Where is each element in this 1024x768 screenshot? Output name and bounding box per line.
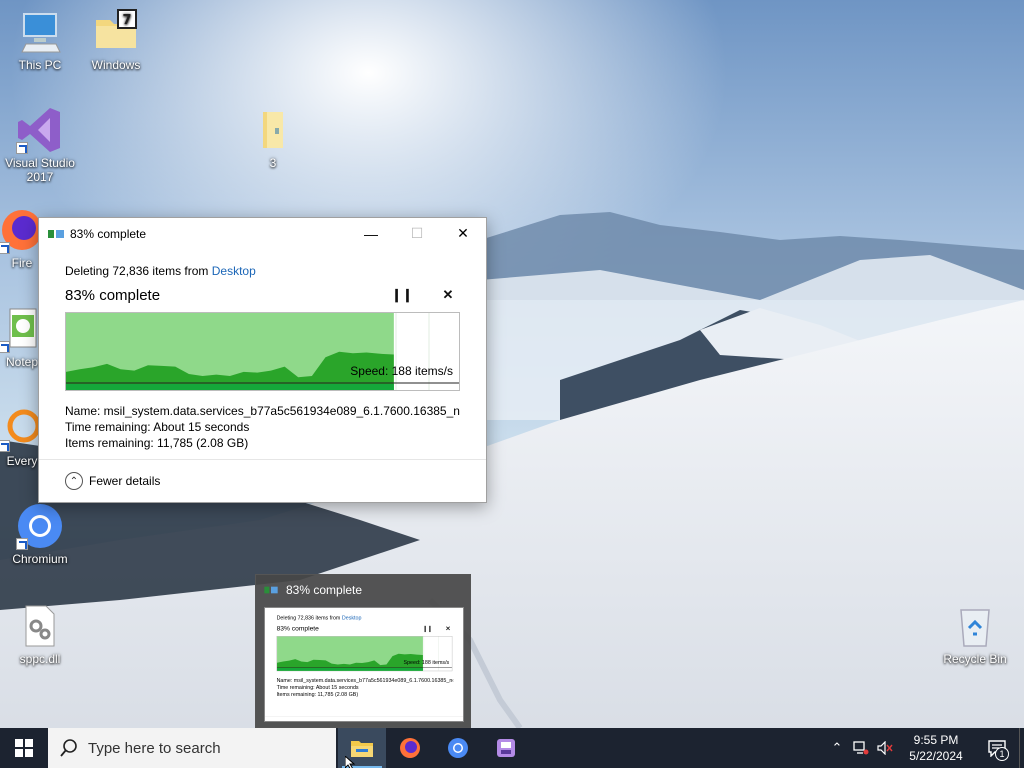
folder-icon: 7 [92, 8, 140, 56]
progress-bar [66, 384, 394, 390]
chevron-up-icon[interactable]: ⌃ [825, 728, 849, 768]
desktop-icon-label: Windows [91, 58, 141, 72]
file-operation-icon [264, 586, 278, 594]
mini-time-remaining: Time remaining: About 15 seconds [276, 684, 359, 691]
mini-percent-label: 83% complete [276, 624, 319, 633]
network-icon[interactable] [849, 728, 873, 768]
items-remaining: Items remaining: 11,785 (2.08 GB) [65, 436, 249, 450]
name-line: Name: msil_system.data.services_b77a5c56… [65, 404, 460, 418]
mini-speed-graph-svg [277, 636, 452, 671]
show-desktop-button[interactable] [1019, 728, 1024, 768]
fewer-details-toggle[interactable]: ⌃ Fewer details [39, 459, 486, 502]
taskbar-thumbnail-preview[interactable]: 83% complete Deleting 72,836 items from … [255, 574, 471, 728]
mini-cancel-icon: ✕ [445, 624, 451, 632]
clock-time: 9:55 PM [913, 733, 959, 747]
thumbnail-title: 83% complete [286, 583, 363, 597]
shortcut-arrow-icon [16, 538, 28, 550]
taskbar-app-purple[interactable] [482, 728, 530, 768]
taskbar: Type here to search ⌃ 9:55 PM 5/22/2024 … [0, 728, 1024, 768]
desktop-icon-this-pc[interactable]: This PC [0, 8, 80, 72]
mini-progress-graph: Speed: 188 items/s [276, 636, 453, 672]
speed-label: Speed: 188 items/s [350, 364, 453, 378]
clock-date: 5/22/2024 [909, 749, 963, 763]
taskbar-clock[interactable]: 9:55 PM 5/22/2024 [897, 732, 975, 764]
cancel-button[interactable]: ✕ [436, 287, 460, 303]
dialog-titlebar[interactable]: 83% complete — ☐ ✕ [39, 218, 486, 249]
desktop-icon-visual-studio[interactable]: Visual Studio 2017 [0, 106, 80, 184]
desktop-icon-label: Recycle Bin [943, 652, 1007, 666]
minimize-button[interactable]: — [348, 218, 394, 249]
search-placeholder: Type here to search [88, 739, 221, 757]
thumbnail-image: Deleting 72,836 items from Desktop 83% c… [264, 607, 464, 722]
volume-muted-icon[interactable] [873, 728, 897, 768]
action-center-button[interactable]: 1 [975, 728, 1019, 768]
folder-icon [249, 106, 297, 154]
progress-graph: Speed: 188 items/s [65, 312, 460, 391]
chevron-up-icon: ⌃ [65, 472, 83, 490]
app-icon [497, 739, 515, 757]
windows-logo-icon [15, 739, 33, 757]
details-section: Name: msil_system.data.services_b77a5c56… [65, 403, 460, 451]
taskbar-search-box[interactable]: Type here to search [48, 728, 336, 768]
svg-text:7: 7 [122, 13, 131, 28]
shortcut-arrow-icon [0, 341, 10, 353]
desktop-icon-label: Chromium [12, 552, 68, 566]
close-button[interactable]: ✕ [440, 218, 486, 249]
search-icon [60, 739, 77, 757]
system-tray: ⌃ 9:55 PM 5/22/2024 1 [825, 728, 1024, 768]
desktop-icon-recycle-bin[interactable]: Recycle Bin [935, 602, 1015, 666]
chromium-icon [448, 738, 468, 758]
deleting-summary: Deleting 72,836 items from Desktop [65, 264, 460, 278]
deleting-text: Deleting 72,836 items from [65, 264, 212, 278]
shortcut-arrow-icon [0, 242, 10, 254]
progress-bar [277, 668, 423, 671]
firefox-icon [400, 738, 420, 758]
desktop-icon-sppc-dll[interactable]: sppc.dll [0, 602, 80, 666]
chromium-icon [16, 502, 64, 550]
file-explorer-icon [351, 741, 373, 757]
mini-items-remaining: Items remaining: 11,785 (2.08 GB) [276, 691, 359, 698]
taskbar-firefox[interactable] [386, 728, 434, 768]
recycle-bin-icon [951, 602, 999, 650]
time-remaining: Time remaining: About 15 seconds [65, 420, 250, 434]
mini-source-link: Desktop [341, 614, 362, 621]
mouse-cursor-icon [345, 756, 356, 768]
delete-progress-dialog: 83% complete — ☐ ✕ Deleting 72,836 items… [38, 217, 487, 503]
percent-complete-label: 83% complete [65, 286, 161, 304]
shortcut-arrow-icon [0, 440, 10, 452]
desktop-icon-chromium[interactable]: Chromium [0, 502, 80, 566]
mini-name-line: Name: msil_system.data.services_b77a5c56… [276, 676, 454, 684]
maximize-button: ☐ [410, 225, 424, 241]
start-button[interactable] [0, 728, 48, 768]
fewer-details-label: Fewer details [89, 474, 161, 488]
desktop-icon-label: Visual Studio 2017 [5, 156, 75, 184]
mini-speed-label: Speed: 188 items/s [403, 659, 450, 666]
desktop-icon-label: This PC [18, 58, 62, 72]
visual-studio-icon [16, 106, 64, 154]
taskbar-chromium[interactable] [434, 728, 482, 768]
source-link[interactable]: Desktop [212, 264, 256, 278]
pause-button[interactable]: ❙❙ [390, 287, 414, 303]
mini-pause-icon: ❙❙ [422, 624, 433, 632]
notification-count-badge: 1 [995, 747, 1009, 761]
file-operation-icon [48, 229, 64, 238]
mini-deleting-text: Deleting 72,836 items from [276, 614, 342, 621]
shortcut-arrow-icon [16, 142, 28, 154]
desktop-icon-label: sppc.dll [19, 652, 61, 666]
desktop-icon-folder-3[interactable]: 3 [233, 106, 313, 170]
speed-graph-svg [66, 313, 459, 390]
dialog-title: 83% complete [70, 226, 147, 241]
computer-icon [16, 8, 64, 56]
dll-file-icon [16, 602, 64, 650]
desktop-icon-windows[interactable]: 7 Windows [76, 8, 156, 72]
desktop-icon-label: 3 [269, 156, 277, 170]
